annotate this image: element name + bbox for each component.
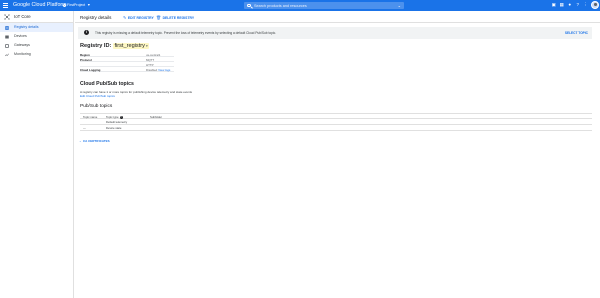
detail-row: Cloud Logging Disabled View logs [80, 67, 174, 73]
page-title: Registry details [80, 14, 112, 20]
topic-type-cell: Device state [106, 126, 122, 130]
monitoring-icon [4, 53, 9, 56]
more-vert-icon[interactable]: ⋮ [584, 2, 589, 8]
registry-id-heading: Registry ID: first_registry▾ [80, 42, 150, 51]
sidebar: IoT Core Registry details Devices Gatewa… [0, 11, 74, 298]
sidebar-header: IoT Core [0, 11, 73, 23]
caret-down-icon: ▾ [145, 44, 148, 48]
caret-down-icon: ▼ [87, 3, 91, 7]
devices-icon [4, 35, 9, 39]
search-expand-icon[interactable]: ⌄ [398, 3, 401, 8]
delete-icon: 🗑 [156, 14, 162, 20]
pubsub-topics-title: Pub/Sub topics [80, 104, 113, 109]
gift-icon[interactable]: ▦ [560, 2, 565, 8]
ca-certificates-toggle[interactable]: ⌄ CA CERTIFICATES [79, 139, 110, 143]
pubsub-topics-table: Topic name Topic type? Subfolder Default… [80, 113, 592, 131]
sidebar-item-label: Gateways [14, 43, 30, 47]
iot-core-icon [4, 13, 10, 20]
search-bar[interactable]: ⌄ [244, 2, 404, 9]
ca-certificates-label: CA CERTIFICATES [83, 139, 110, 143]
gateways-icon [4, 43, 9, 48]
banner-text: This registry is missing a default telem… [95, 31, 277, 35]
info-icon: i [84, 30, 89, 35]
delete-registry-button[interactable]: 🗑 DELETE REGISTRY [156, 14, 194, 22]
brand-title[interactable]: Google Cloud Platform [13, 2, 67, 9]
topic-name-cell: — [83, 126, 86, 130]
select-topic-button[interactable]: SELECT TOPIC [565, 30, 588, 36]
sidebar-item-label: Monitoring [14, 52, 31, 56]
logging-status: Disabled [146, 68, 158, 73]
sidebar-item-registry-details[interactable]: Registry details [0, 23, 73, 32]
edit-registry-button[interactable]: ✎ EDIT REGISTRY [123, 14, 154, 22]
avatar[interactable] [591, 1, 599, 9]
registry-id-value[interactable]: first_registry▾ [112, 43, 150, 49]
registry-details-table: Region us-central1 Protocol MQTT HTTP Cl… [80, 52, 174, 73]
top-app-bar: Google Cloud Platform FirstProject▼ ⌄ ▣ … [0, 0, 600, 11]
registry-icon [4, 25, 9, 30]
delete-registry-label: DELETE REGISTRY [162, 15, 195, 20]
detail-key: Cloud Logging [80, 68, 101, 73]
product-title: IoT Core [14, 14, 31, 19]
cloud-shell-icon[interactable]: ▣ [552, 2, 557, 8]
edit-pubsub-topics-link[interactable]: Edit Cloud Pub/Sub topics [80, 94, 115, 98]
detail-value: Disabled View logs [146, 68, 170, 72]
sidebar-item-monitoring[interactable]: Monitoring [0, 50, 73, 59]
chevron-down-icon: ⌄ [79, 139, 82, 143]
menu-icon[interactable] [3, 3, 8, 8]
view-logs-link[interactable]: View logs [158, 68, 170, 72]
topic-type-cell: Default telemetry [106, 120, 128, 124]
sidebar-item-gateways[interactable]: Gateways [0, 41, 73, 50]
edit-registry-label: EDIT REGISTRY [127, 15, 154, 20]
page-header: Registry details ✎ EDIT REGISTRY 🗑 DELETE … [75, 11, 600, 23]
info-banner: i This registry is missing a default tel… [78, 27, 592, 39]
registry-id-label: Registry ID: [80, 43, 112, 49]
search-input[interactable] [254, 2, 394, 9]
project-selector[interactable]: FirstProject ▼ [63, 2, 91, 9]
edit-icon: ✎ [123, 14, 127, 20]
project-icon [63, 3, 66, 7]
help-icon[interactable]: ? [576, 2, 581, 8]
search-icon [247, 3, 251, 8]
pubsub-description: A registry can have 1 or more topics for… [80, 89, 193, 94]
pubsub-section-title: Cloud Pub/Sub topics [80, 81, 134, 87]
project-name: FirstProject [67, 3, 86, 7]
sidebar-item-label: Registry details [14, 25, 39, 29]
notifications-icon[interactable]: ● [568, 2, 573, 8]
registry-id-text: first_registry [114, 43, 145, 49]
sidebar-item-devices[interactable]: Devices [0, 32, 73, 41]
sidebar-item-label: Devices [14, 34, 27, 38]
table-row: — Device state [80, 125, 592, 131]
